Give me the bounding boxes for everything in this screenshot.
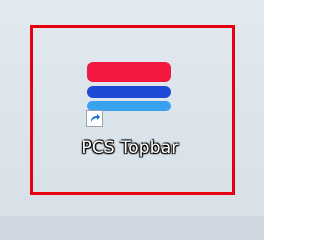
pcs-topbar-shortcut[interactable]: PCS Topbar	[50, 50, 210, 180]
pcs-topbar-app-icon	[87, 62, 171, 116]
shortcut-arrow-glyph	[91, 114, 100, 122]
shortcut-arrow-icon	[86, 110, 103, 127]
icon-blue-bar	[87, 86, 171, 98]
shortcut-label: PCS Topbar	[81, 138, 179, 158]
desktop-bottom-strip	[0, 216, 264, 240]
icon-red-bar	[87, 62, 171, 82]
desktop-background: PCS Topbar	[0, 0, 264, 240]
